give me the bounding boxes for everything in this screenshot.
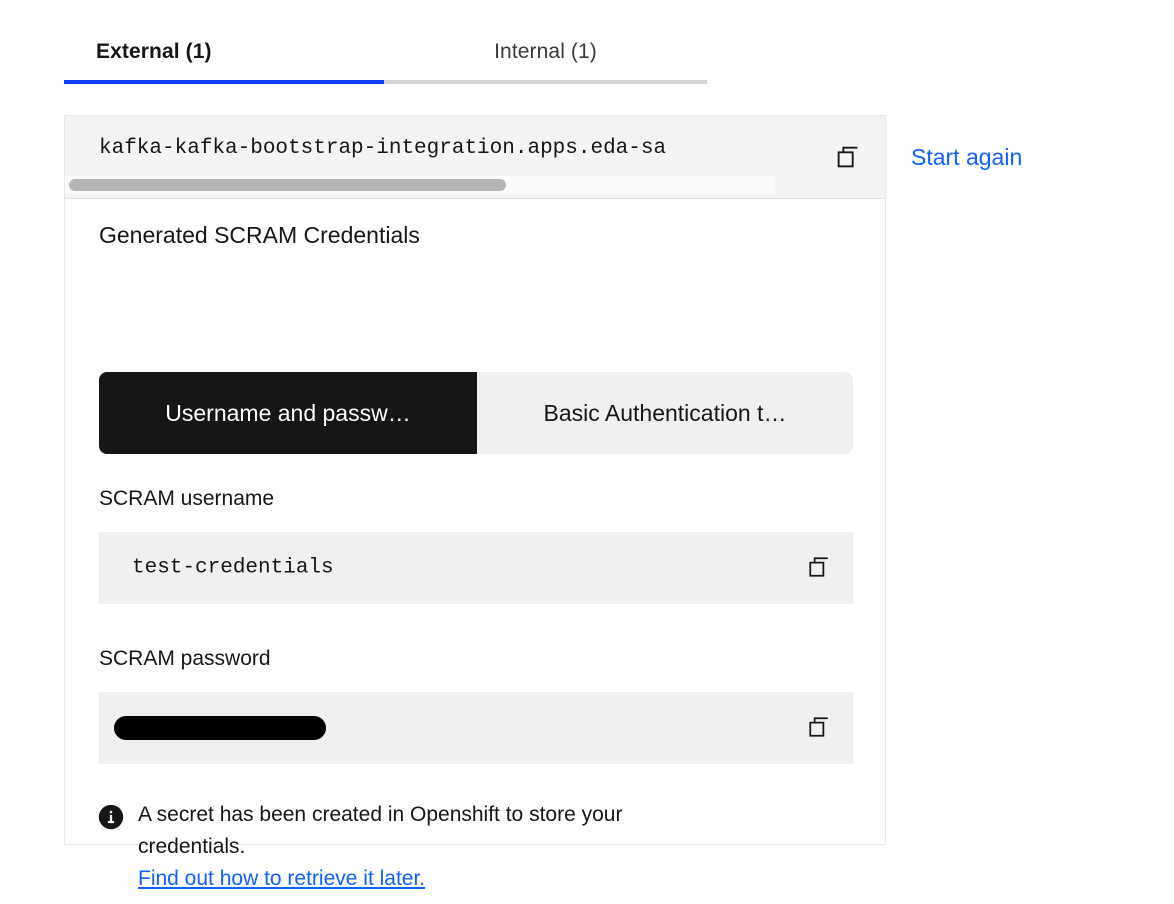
switcher-basic-auth-token[interactable]: Basic Authentication t… [477, 372, 853, 454]
switcher-username-password[interactable]: Username and passw… [99, 372, 477, 454]
tab-external[interactable]: External (1) [64, 24, 384, 80]
note-line-2: credentials. [138, 835, 246, 858]
tab-internal-label: Internal (1) [494, 40, 597, 63]
copy-icon [833, 142, 863, 172]
start-again-link[interactable]: Start again [911, 144, 1022, 171]
bootstrap-horizontal-scrollbar[interactable] [65, 176, 775, 194]
tab-bar: External (1) Internal (1) [64, 24, 707, 80]
tab-external-label: External (1) [96, 40, 212, 63]
tab-inactive-indicator [384, 80, 707, 84]
scram-username-value: test-credentials [132, 556, 334, 580]
credentials-format-switcher: Username and passw… Basic Authentication… [99, 372, 853, 454]
scram-password-label: SCRAM password [99, 647, 271, 670]
info-filled-icon [98, 804, 124, 830]
copy-icon [805, 713, 835, 743]
copy-icon [805, 553, 835, 583]
bootstrap-address-value[interactable]: kafka-kafka-bootstrap-integration.apps.e… [99, 132, 775, 166]
copy-password-button[interactable] [805, 713, 835, 743]
secret-info-text: A secret has been created in Openshift t… [138, 799, 622, 895]
copy-bootstrap-button[interactable] [833, 142, 863, 172]
note-line-1: A secret has been created in Openshift t… [138, 803, 623, 826]
tab-active-indicator [64, 80, 384, 84]
scrollbar-thumb[interactable] [69, 179, 506, 191]
secret-info-note: A secret has been created in Openshift t… [98, 799, 798, 895]
credentials-card: kafka-kafka-bootstrap-integration.apps.e… [64, 115, 886, 890]
bootstrap-address-row: kafka-kafka-bootstrap-integration.apps.e… [65, 116, 885, 199]
retrieve-later-link[interactable]: Find out how to retrieve it later. [138, 863, 425, 895]
tab-internal[interactable]: Internal (1) [384, 24, 707, 80]
section-title: Generated SCRAM Credentials [99, 222, 420, 248]
scram-username-label: SCRAM username [99, 487, 275, 510]
redacted-password-value [114, 716, 326, 740]
copy-username-button[interactable] [805, 553, 835, 583]
scram-password-field [99, 692, 853, 764]
scram-username-field: test-credentials [99, 532, 853, 604]
